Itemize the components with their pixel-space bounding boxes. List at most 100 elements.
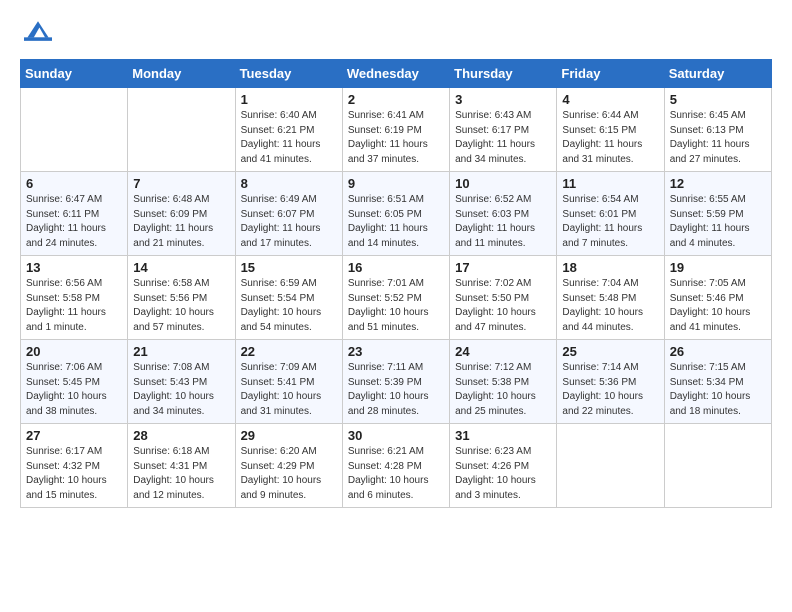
day-cell — [128, 88, 235, 172]
day-detail: Sunrise: 6:52 AM Sunset: 6:03 PM Dayligh… — [455, 193, 551, 251]
weekday-tuesday: Tuesday — [235, 60, 342, 88]
day-cell: 15Sunrise: 6:59 AM Sunset: 5:54 PM Dayli… — [235, 256, 342, 340]
day-cell: 6 Sunrise: 6:47 AM Sunset: 6:11 PM Daylig… — [21, 172, 128, 256]
day-number: 18 — [562, 260, 658, 275]
day-number: 4 — [562, 92, 658, 107]
weekday-saturday: Saturday — [664, 60, 771, 88]
day-cell: 5Sunrise: 6:45 AM Sunset: 6:13 PM Daylig… — [664, 88, 771, 172]
day-cell: 16 Sunrise: 7:01 AM Sunset: 5:52 PM Dayli… — [342, 256, 449, 340]
day-number: 13 — [26, 260, 122, 275]
day-cell: 1 Sunrise: 6:40 AM Sunset: 6:21 PM Daylig… — [235, 88, 342, 172]
day-detail: Sunrise: 6:18 AM Sunset: 4:31 PM Dayligh… — [133, 445, 229, 503]
day-number: 7 — [133, 176, 229, 191]
day-detail: Sunrise: 7:06 AM Sunset: 5:45 PM Dayligh… — [26, 361, 122, 419]
day-detail: Sunrise: 7:14 AM Sunset: 5:36 PM Dayligh… — [562, 361, 658, 419]
day-detail: Sunrise: 6:55 AM Sunset: 5:59 PM Dayligh… — [670, 193, 766, 251]
day-cell — [557, 424, 664, 508]
day-detail: Sunrise: 6:43 AM Sunset: 6:17 PM Dayligh… — [455, 109, 551, 167]
day-detail: Sunrise: 6:23 AM Sunset: 4:26 PM Dayligh… — [455, 445, 551, 503]
page: SundayMondayTuesdayWednesdayThursdayFrid… — [0, 0, 792, 612]
day-number: 17 — [455, 260, 551, 275]
day-cell: 20 Sunrise: 7:06 AM Sunset: 5:45 PM Dayli… — [21, 340, 128, 424]
day-detail: Sunrise: 6:49 AM Sunset: 6:07 PM Dayligh… — [241, 193, 337, 251]
day-number: 3 — [455, 92, 551, 107]
day-detail: Sunrise: 7:12 AM Sunset: 5:38 PM Dayligh… — [455, 361, 551, 419]
day-detail: Sunrise: 7:02 AM Sunset: 5:50 PM Dayligh… — [455, 277, 551, 335]
day-cell: 17 Sunrise: 7:02 AM Sunset: 5:50 PM Dayli… — [450, 256, 557, 340]
day-cell: 10Sunrise: 6:52 AM Sunset: 6:03 PM Dayli… — [450, 172, 557, 256]
day-number: 11 — [562, 176, 658, 191]
day-number: 25 — [562, 344, 658, 359]
day-number: 24 — [455, 344, 551, 359]
day-detail: Sunrise: 6:47 AM Sunset: 6:11 PM Dayligh… — [26, 193, 122, 251]
logo — [20, 16, 52, 49]
day-detail: Sunrise: 6:40 AM Sunset: 6:21 PM Dayligh… — [241, 109, 337, 167]
day-number: 20 — [26, 344, 122, 359]
weekday-monday: Monday — [128, 60, 235, 88]
day-cell: 29 Sunrise: 6:20 AM Sunset: 4:29 PM Dayli… — [235, 424, 342, 508]
day-detail: Sunrise: 7:11 AM Sunset: 5:39 PM Dayligh… — [348, 361, 444, 419]
day-cell: 19 Sunrise: 7:05 AM Sunset: 5:46 PM Dayli… — [664, 256, 771, 340]
day-number: 29 — [241, 428, 337, 443]
week-row-1: 1 Sunrise: 6:40 AM Sunset: 6:21 PM Daylig… — [21, 88, 772, 172]
day-cell: 18 Sunrise: 7:04 AM Sunset: 5:48 PM Dayli… — [557, 256, 664, 340]
day-number: 14 — [133, 260, 229, 275]
day-detail: Sunrise: 6:48 AM Sunset: 6:09 PM Dayligh… — [133, 193, 229, 251]
week-row-5: 27 Sunrise: 6:17 AM Sunset: 4:32 PM Dayli… — [21, 424, 772, 508]
weekday-wednesday: Wednesday — [342, 60, 449, 88]
day-cell: 14 Sunrise: 6:58 AM Sunset: 5:56 PM Dayli… — [128, 256, 235, 340]
day-cell: 4 Sunrise: 6:44 AM Sunset: 6:15 PM Daylig… — [557, 88, 664, 172]
day-detail: Sunrise: 7:09 AM Sunset: 5:41 PM Dayligh… — [241, 361, 337, 419]
day-number: 22 — [241, 344, 337, 359]
day-detail: Sunrise: 6:51 AM Sunset: 6:05 PM Dayligh… — [348, 193, 444, 251]
day-detail: Sunrise: 6:17 AM Sunset: 4:32 PM Dayligh… — [26, 445, 122, 503]
day-number: 19 — [670, 260, 766, 275]
weekday-sunday: Sunday — [21, 60, 128, 88]
day-number: 12 — [670, 176, 766, 191]
day-cell: 9 Sunrise: 6:51 AM Sunset: 6:05 PM Daylig… — [342, 172, 449, 256]
day-cell: 23 Sunrise: 7:11 AM Sunset: 5:39 PM Dayli… — [342, 340, 449, 424]
day-number: 27 — [26, 428, 122, 443]
day-cell: 30Sunrise: 6:21 AM Sunset: 4:28 PM Dayli… — [342, 424, 449, 508]
day-number: 6 — [26, 176, 122, 191]
day-detail: Sunrise: 6:54 AM Sunset: 6:01 PM Dayligh… — [562, 193, 658, 251]
day-detail: Sunrise: 7:01 AM Sunset: 5:52 PM Dayligh… — [348, 277, 444, 335]
day-number: 5 — [670, 92, 766, 107]
day-cell: 27 Sunrise: 6:17 AM Sunset: 4:32 PM Dayli… — [21, 424, 128, 508]
day-cell — [21, 88, 128, 172]
day-number: 15 — [241, 260, 337, 275]
day-cell — [664, 424, 771, 508]
day-detail: Sunrise: 6:58 AM Sunset: 5:56 PM Dayligh… — [133, 277, 229, 335]
day-cell: 26Sunrise: 7:15 AM Sunset: 5:34 PM Dayli… — [664, 340, 771, 424]
day-cell: 22 Sunrise: 7:09 AM Sunset: 5:41 PM Dayli… — [235, 340, 342, 424]
day-cell: 12 Sunrise: 6:55 AM Sunset: 5:59 PM Dayli… — [664, 172, 771, 256]
weekday-header-row: SundayMondayTuesdayWednesdayThursdayFrid… — [21, 60, 772, 88]
day-cell: 25 Sunrise: 7:14 AM Sunset: 5:36 PM Dayli… — [557, 340, 664, 424]
day-cell: 2Sunrise: 6:41 AM Sunset: 6:19 PM Daylig… — [342, 88, 449, 172]
day-number: 1 — [241, 92, 337, 107]
day-number: 28 — [133, 428, 229, 443]
calendar-table: SundayMondayTuesdayWednesdayThursdayFrid… — [20, 59, 772, 508]
day-detail: Sunrise: 6:44 AM Sunset: 6:15 PM Dayligh… — [562, 109, 658, 167]
day-number: 31 — [455, 428, 551, 443]
day-number: 9 — [348, 176, 444, 191]
day-detail: Sunrise: 6:41 AM Sunset: 6:19 PM Dayligh… — [348, 109, 444, 167]
day-number: 16 — [348, 260, 444, 275]
logo-icon — [24, 16, 52, 44]
weekday-friday: Friday — [557, 60, 664, 88]
weekday-thursday: Thursday — [450, 60, 557, 88]
day-detail: Sunrise: 7:08 AM Sunset: 5:43 PM Dayligh… — [133, 361, 229, 419]
day-cell: 13Sunrise: 6:56 AM Sunset: 5:58 PM Dayli… — [21, 256, 128, 340]
day-cell: 31 Sunrise: 6:23 AM Sunset: 4:26 PM Dayli… — [450, 424, 557, 508]
day-cell: 7 Sunrise: 6:48 AM Sunset: 6:09 PM Daylig… — [128, 172, 235, 256]
day-number: 30 — [348, 428, 444, 443]
week-row-4: 20 Sunrise: 7:06 AM Sunset: 5:45 PM Dayli… — [21, 340, 772, 424]
header — [20, 16, 772, 49]
day-detail: Sunrise: 6:20 AM Sunset: 4:29 PM Dayligh… — [241, 445, 337, 503]
day-number: 23 — [348, 344, 444, 359]
week-row-2: 6 Sunrise: 6:47 AM Sunset: 6:11 PM Daylig… — [21, 172, 772, 256]
day-detail: Sunrise: 7:05 AM Sunset: 5:46 PM Dayligh… — [670, 277, 766, 335]
day-cell: 8Sunrise: 6:49 AM Sunset: 6:07 PM Daylig… — [235, 172, 342, 256]
day-detail: Sunrise: 7:04 AM Sunset: 5:48 PM Dayligh… — [562, 277, 658, 335]
day-cell: 24 Sunrise: 7:12 AM Sunset: 5:38 PM Dayli… — [450, 340, 557, 424]
